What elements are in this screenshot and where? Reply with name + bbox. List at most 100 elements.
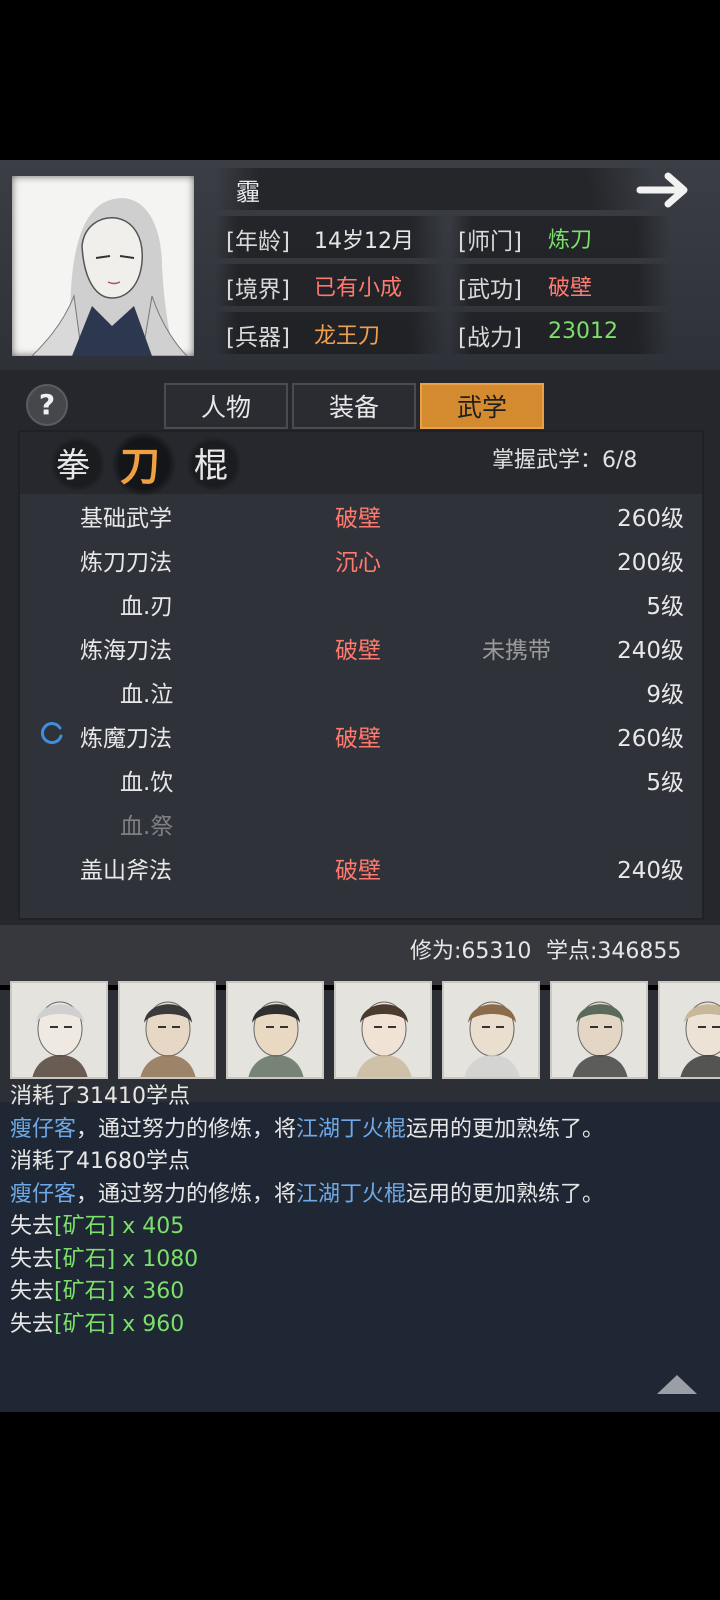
log-text: ，通过努力的修炼，将	[76, 1181, 297, 1207]
skill-stage: 破壁	[335, 858, 381, 884]
skill-stage: 破壁	[335, 506, 381, 532]
skill-row[interactable]: 基础武学 破壁 260级	[20, 493, 702, 538]
cultivation-points: 修为:65310	[410, 939, 532, 964]
skill-row[interactable]: 炼刀刀法 沉心 200级	[20, 537, 702, 582]
bottom-bar	[0, 1412, 720, 1600]
skill-row[interactable]: 血.饮 5级	[20, 757, 702, 802]
skill-name: 血.祭	[120, 814, 174, 840]
log-text: x 405	[115, 1214, 185, 1239]
skill-row[interactable]: 盖山斧法 破壁 240级	[20, 845, 702, 890]
skill-level: 240级	[617, 858, 684, 884]
log-text: ，通过努力的修炼，将	[76, 1116, 297, 1142]
log-line: 消耗了41680学点	[10, 1143, 190, 1175]
arrow-right-icon[interactable]	[636, 168, 696, 212]
skill-level: 9级	[646, 682, 684, 708]
age-value: 14岁12月	[314, 229, 414, 254]
log-text: x 1080	[115, 1246, 199, 1272]
log-link[interactable]: 江湖丁火棍	[296, 1117, 406, 1142]
category-fist[interactable]: 拳	[56, 438, 90, 487]
skill-label: [武功]	[458, 277, 522, 303]
name-backdrop	[215, 168, 655, 210]
log-link[interactable]: 瘦仔客	[10, 1182, 76, 1207]
log-text: 失去	[10, 1279, 55, 1304]
tab-label: 装备	[328, 393, 379, 422]
companion-avatar[interactable]	[658, 981, 720, 1079]
log-text: x 960	[115, 1311, 185, 1337]
learning-points: 学点:346855	[546, 939, 682, 964]
help-icon[interactable]: ?	[26, 384, 68, 426]
skill-level: 260级	[617, 506, 684, 532]
skill-name: 血.泣	[120, 682, 174, 708]
character-portrait[interactable]	[12, 176, 194, 356]
companion-avatar[interactable]	[118, 981, 216, 1079]
companion-avatar[interactable]	[334, 981, 432, 1079]
sect-label: [师门]	[458, 229, 522, 255]
skill-value: 破壁	[548, 276, 593, 301]
log-line: 失去[矿石] x 960	[10, 1306, 184, 1338]
skill-row[interactable]: 血.泣 9级	[20, 669, 702, 714]
tab-character[interactable]: 人物	[164, 383, 288, 429]
age-label: [年龄]	[226, 229, 290, 255]
skill-name: 基础武学	[80, 506, 172, 532]
log-text: 运用的更加熟练了。	[406, 1116, 605, 1142]
log-line: 瘦仔客，通过努力的修炼，将江湖丁火棍运用的更加熟练了。	[10, 1176, 604, 1208]
companion-avatars	[0, 981, 720, 1081]
skill-carry-status: 未携带	[482, 638, 551, 664]
companion-avatar[interactable]	[10, 981, 108, 1079]
companion-avatar[interactable]	[550, 981, 648, 1079]
mastery-count: 掌握武学：6/8	[492, 448, 638, 473]
skill-name: 炼海刀法	[80, 638, 172, 664]
skill-name: 炼魔刀法	[80, 726, 172, 752]
companion-avatar[interactable]	[442, 981, 540, 1079]
log-line: 失去[矿石] x 360	[10, 1273, 184, 1305]
tab-label: 人物	[200, 393, 251, 422]
log-text: 失去	[10, 1246, 55, 1272]
log-text: 消耗了41680学点	[10, 1149, 190, 1174]
log-text: 失去	[10, 1311, 55, 1337]
skill-level: 5级	[646, 594, 684, 620]
log-line: 失去[矿石] x 405	[10, 1208, 184, 1240]
list-fade	[20, 890, 702, 918]
skill-name: 血.饮	[120, 770, 174, 796]
loading-icon	[40, 721, 64, 745]
category-staff[interactable]: 棍	[194, 438, 228, 487]
skill-level: 240级	[617, 638, 684, 664]
skill-level: 260级	[617, 726, 684, 752]
tab-martial-arts[interactable]: 武学	[420, 383, 544, 429]
character-name: 霾	[236, 178, 260, 206]
tab-equipment[interactable]: 装备	[292, 383, 416, 429]
log-link[interactable]: 江湖丁火棍	[296, 1182, 406, 1207]
companion-avatar[interactable]	[226, 981, 324, 1079]
skill-level: 5级	[646, 770, 684, 796]
skill-name: 盖山斧法	[80, 858, 172, 884]
category-blade[interactable]: 刀	[120, 434, 160, 492]
skill-row[interactable]: 血.刃 5级	[20, 581, 702, 626]
log-text: 失去	[10, 1214, 55, 1239]
log-link[interactable]: 瘦仔客	[10, 1117, 76, 1142]
tab-label: 武学	[456, 393, 507, 422]
realm-label: [境界]	[226, 277, 290, 303]
help-glyph: ?	[38, 388, 56, 421]
skill-name: 血.刃	[120, 594, 174, 620]
log-line: 瘦仔客，通过努力的修炼，将江湖丁火棍运用的更加熟练了。	[10, 1111, 604, 1143]
log-text: 运用的更加熟练了。	[406, 1181, 605, 1207]
log-text: 消耗了31410学点	[10, 1084, 190, 1109]
skill-row[interactable]: 炼海刀法 破壁 未携带 240级	[20, 625, 702, 670]
log-text: [矿石]	[54, 1311, 116, 1337]
realm-value: 已有小成	[314, 276, 403, 301]
skill-stage: 破壁	[335, 726, 381, 752]
log-line: 消耗了31410学点	[10, 1078, 190, 1110]
power-label: [战力]	[458, 325, 522, 351]
skill-row[interactable]: 炼魔刀法 破壁 260级	[20, 713, 702, 758]
weapon-value[interactable]: 龙王刀	[314, 318, 380, 350]
sect-value: 炼刀	[548, 228, 593, 253]
triangle-up-icon[interactable]	[655, 1372, 699, 1396]
weapon-label: [兵器]	[226, 325, 290, 351]
skill-level: 200级	[617, 550, 684, 576]
skill-stage: 破壁	[335, 638, 381, 664]
portrait-image	[31, 198, 188, 356]
skill-row[interactable]: 血.祭	[20, 801, 702, 846]
skill-name: 炼刀刀法	[80, 550, 172, 576]
log-text: x 360	[115, 1279, 185, 1304]
log-text: [矿石]	[54, 1214, 116, 1239]
